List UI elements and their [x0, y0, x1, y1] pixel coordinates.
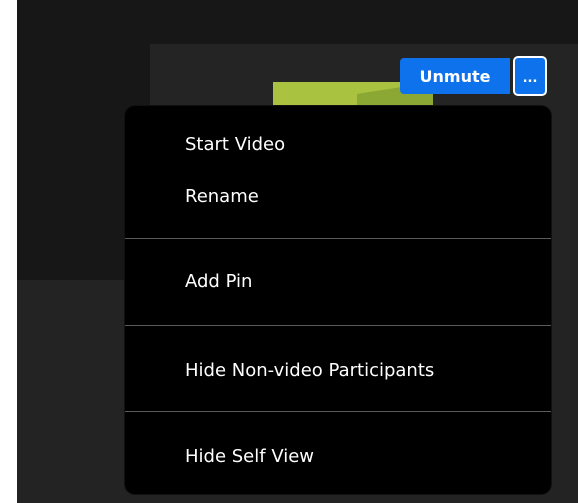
menu-item-start-video[interactable]: Start Video	[185, 133, 285, 157]
menu-item-hide-non-video-participants[interactable]: Hide Non-video Participants	[185, 359, 434, 383]
menu-divider	[125, 325, 551, 326]
menu-divider	[125, 411, 551, 412]
unmute-button[interactable]: Unmute	[400, 58, 510, 94]
menu-item-hide-self-view[interactable]: Hide Self View	[185, 445, 314, 469]
menu-item-add-pin[interactable]: Add Pin	[185, 270, 252, 294]
menu-divider	[125, 238, 551, 239]
ellipsis-icon: ...	[522, 71, 538, 86]
participant-context-menu: Start Video Rename Add Pin Hide Non-vide…	[125, 106, 551, 494]
menu-item-rename[interactable]: Rename	[185, 185, 259, 209]
meeting-window: Unmute ... Start Video Rename Add Pin Hi…	[17, 0, 578, 503]
more-options-button[interactable]: ...	[513, 56, 547, 96]
